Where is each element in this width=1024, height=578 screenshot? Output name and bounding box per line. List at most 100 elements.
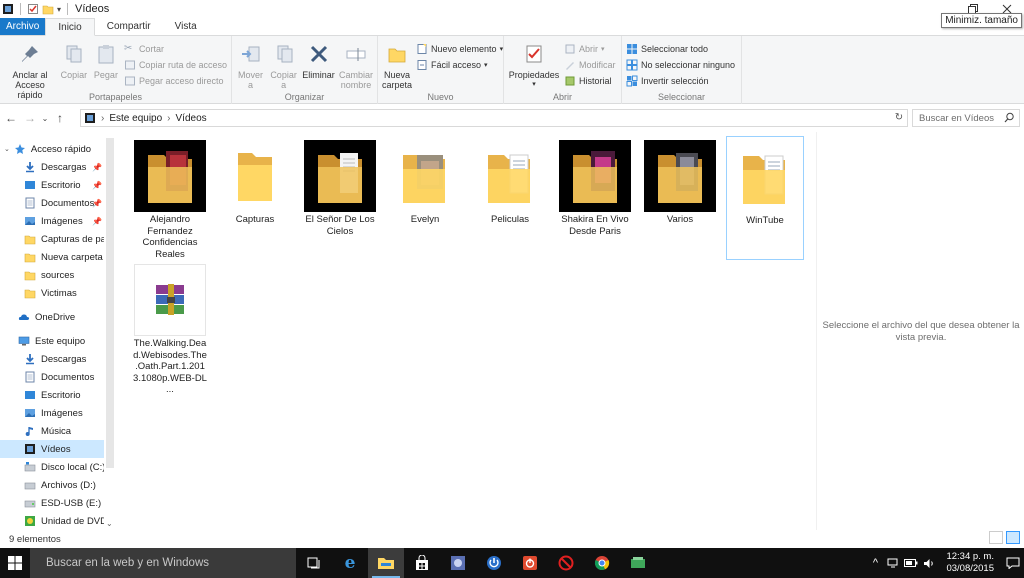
desktop-icon xyxy=(25,181,35,189)
nav-quick-descargas[interactable]: Descargas 📌 xyxy=(0,158,104,176)
tab-archivo[interactable]: Archivo xyxy=(0,18,46,35)
nav-quick-nueva-carpeta[interactable]: Nueva carpeta (2 xyxy=(0,248,104,266)
refresh-icon: ↻ xyxy=(894,111,904,123)
task-view-button[interactable] xyxy=(296,548,332,578)
item-shakira[interactable]: Shakira En Vivo Desde Paris xyxy=(556,136,634,260)
edit-button[interactable]: Modificar xyxy=(564,58,616,72)
back-button[interactable]: ← xyxy=(3,110,19,126)
nav-pc-escritorio[interactable]: Escritorio xyxy=(0,386,104,404)
qa-dropdown-icon[interactable]: ▾ xyxy=(57,5,61,14)
nav-scrollbar[interactable]: ⌄ xyxy=(104,136,116,530)
tab-inicio[interactable]: Inicio xyxy=(45,18,95,36)
taskbar-chrome[interactable] xyxy=(584,548,620,578)
history-button[interactable]: Historial xyxy=(564,74,616,88)
nav-pc-archivos-d[interactable]: Archivos (D:) xyxy=(0,476,104,494)
start-button[interactable] xyxy=(0,548,30,578)
nav-quick-documentos[interactable]: Documentos 📌 xyxy=(0,194,104,212)
forward-button[interactable]: → xyxy=(22,110,38,126)
nav-onedrive[interactable]: OneDrive xyxy=(0,308,104,326)
navigation-row: ← → ⌄ ↑ › Este equipo › Vídeos ↻ Buscar … xyxy=(0,108,1024,128)
download-icon xyxy=(26,162,34,173)
nav-quick-capturas[interactable]: Capturas de pan xyxy=(0,230,104,248)
clock[interactable]: 12:34 p. m. 03/08/2015 xyxy=(938,551,1002,575)
nav-quick-access[interactable]: ⌄ Acceso rápido xyxy=(0,140,104,158)
music-icon xyxy=(25,427,33,436)
address-bar[interactable]: › Este equipo › Vídeos xyxy=(80,109,908,127)
pin-icon[interactable]: 📌 xyxy=(92,199,102,208)
select-none-button[interactable]: No seleccionar ninguno xyxy=(626,58,735,72)
volume-icon[interactable] xyxy=(920,548,938,578)
chevron-down-icon: ⌄ xyxy=(4,146,10,153)
system-tray: ^ 12:34 p. m. 03/08/2015 xyxy=(866,548,1024,578)
nav-quick-imagenes[interactable]: Imágenes 📌 xyxy=(0,212,104,230)
taskbar-store[interactable] xyxy=(404,548,440,578)
nav-pc-imagenes[interactable]: Imágenes xyxy=(0,404,104,422)
pin-icon[interactable]: 📌 xyxy=(92,217,102,226)
tab-vista[interactable]: Vista xyxy=(163,18,209,35)
nav-quick-victimas[interactable]: Victimas xyxy=(0,284,104,302)
taskbar-search-input[interactable]: Buscar en la web y en Windows xyxy=(30,548,296,578)
pin-icon[interactable]: 📌 xyxy=(92,163,102,172)
item-walking-dead-rar[interactable]: The.Walking.Dead.Webisodes.The.Oath.Part… xyxy=(131,260,209,395)
copy-path-button[interactable]: Copiar ruta de acceso xyxy=(124,58,227,72)
scroll-down-icon[interactable]: ⌄ xyxy=(106,519,113,528)
nav-pc-documentos[interactable]: Documentos xyxy=(0,368,104,386)
nav-scrollbar-thumb[interactable] xyxy=(106,138,114,468)
item-el-senor-de-los-cielos[interactable]: El Señor De Los Cielos xyxy=(301,136,379,260)
group-label-organizar: Organizar xyxy=(284,92,325,102)
item-evelyn[interactable]: Evelyn xyxy=(386,136,464,260)
item-alejandro-fernandez[interactable]: Alejandro Fernandez Confidencias Reales xyxy=(131,136,209,260)
item-peliculas[interactable]: Peliculas xyxy=(471,136,549,260)
nav-pc-dvd[interactable]: Unidad de DVD F xyxy=(0,512,104,530)
open-button[interactable]: Abrir ▾ xyxy=(564,42,616,56)
nav-pc-musica[interactable]: Música xyxy=(0,422,104,440)
recent-locations-button[interactable]: ⌄ xyxy=(41,110,49,126)
large-icons-view-button[interactable] xyxy=(1006,531,1020,544)
nav-este-equipo[interactable]: Este equipo xyxy=(0,332,104,350)
nav-pc-esd-usb[interactable]: ESD-USB (E:) xyxy=(0,494,104,512)
invert-selection-button[interactable]: Invertir selección xyxy=(626,74,735,88)
action-center-button[interactable] xyxy=(1002,548,1024,578)
chevron-up-icon[interactable]: ^ xyxy=(866,548,884,578)
details-view-button[interactable] xyxy=(989,531,1003,544)
taskbar-app-blue[interactable] xyxy=(440,548,476,578)
breadcrumb-videos[interactable]: Vídeos xyxy=(176,113,207,124)
pictures-icon xyxy=(25,409,35,417)
nav-quick-sources[interactable]: sources xyxy=(0,266,104,284)
properties-qa-icon[interactable] xyxy=(27,3,39,15)
history-icon xyxy=(565,76,575,86)
breadcrumb-este-equipo[interactable]: Este equipo xyxy=(109,113,162,124)
item-capturas[interactable]: Capturas xyxy=(216,136,294,260)
taskbar-edge[interactable]: e xyxy=(332,548,368,578)
new-item-button[interactable]: Nuevo elemento ▾ xyxy=(416,42,503,56)
search-input[interactable]: Buscar en Vídeos xyxy=(912,109,1020,127)
paste-shortcut-button[interactable]: Pegar acceso directo xyxy=(124,74,227,88)
item-wintube[interactable]: WinTube xyxy=(726,136,804,260)
nav-quick-escritorio[interactable]: Escritorio 📌 xyxy=(0,176,104,194)
easy-access-button[interactable]: Fácil acceso ▾ xyxy=(416,58,503,72)
refresh-button[interactable]: ↻ xyxy=(892,110,906,124)
taskbar-power-app[interactable] xyxy=(476,548,512,578)
item-varios[interactable]: Varios xyxy=(641,136,719,260)
up-button[interactable]: ↑ xyxy=(52,110,68,126)
nav-pc-videos[interactable]: Vídeos xyxy=(0,440,104,458)
cut-button[interactable]: ✂ Cortar xyxy=(124,42,227,56)
pin-icon[interactable]: 📌 xyxy=(92,181,102,190)
new-folder-qa-icon[interactable] xyxy=(42,3,54,15)
taskbar-blocked-app[interactable] xyxy=(548,548,584,578)
battery-icon[interactable] xyxy=(902,548,920,578)
folder-icon xyxy=(219,140,291,212)
nav-pc-disco-c[interactable]: Disco local (C:) xyxy=(0,458,104,476)
star-icon xyxy=(14,144,25,154)
status-bar: 9 elementos xyxy=(0,531,1024,547)
select-all-button[interactable]: Seleccionar todo xyxy=(626,42,735,56)
network-icon[interactable] xyxy=(884,548,902,578)
nav-pc-descargas[interactable]: Descargas xyxy=(0,350,104,368)
taskbar-green-app[interactable] xyxy=(620,548,656,578)
taskbar-file-explorer[interactable] xyxy=(368,548,404,578)
tab-compartir[interactable]: Compartir xyxy=(95,18,163,35)
app-shield-icon xyxy=(451,556,465,570)
taskbar-red-app[interactable] xyxy=(512,548,548,578)
select-none-icon xyxy=(626,59,638,71)
item-count: 9 elementos xyxy=(9,533,61,545)
